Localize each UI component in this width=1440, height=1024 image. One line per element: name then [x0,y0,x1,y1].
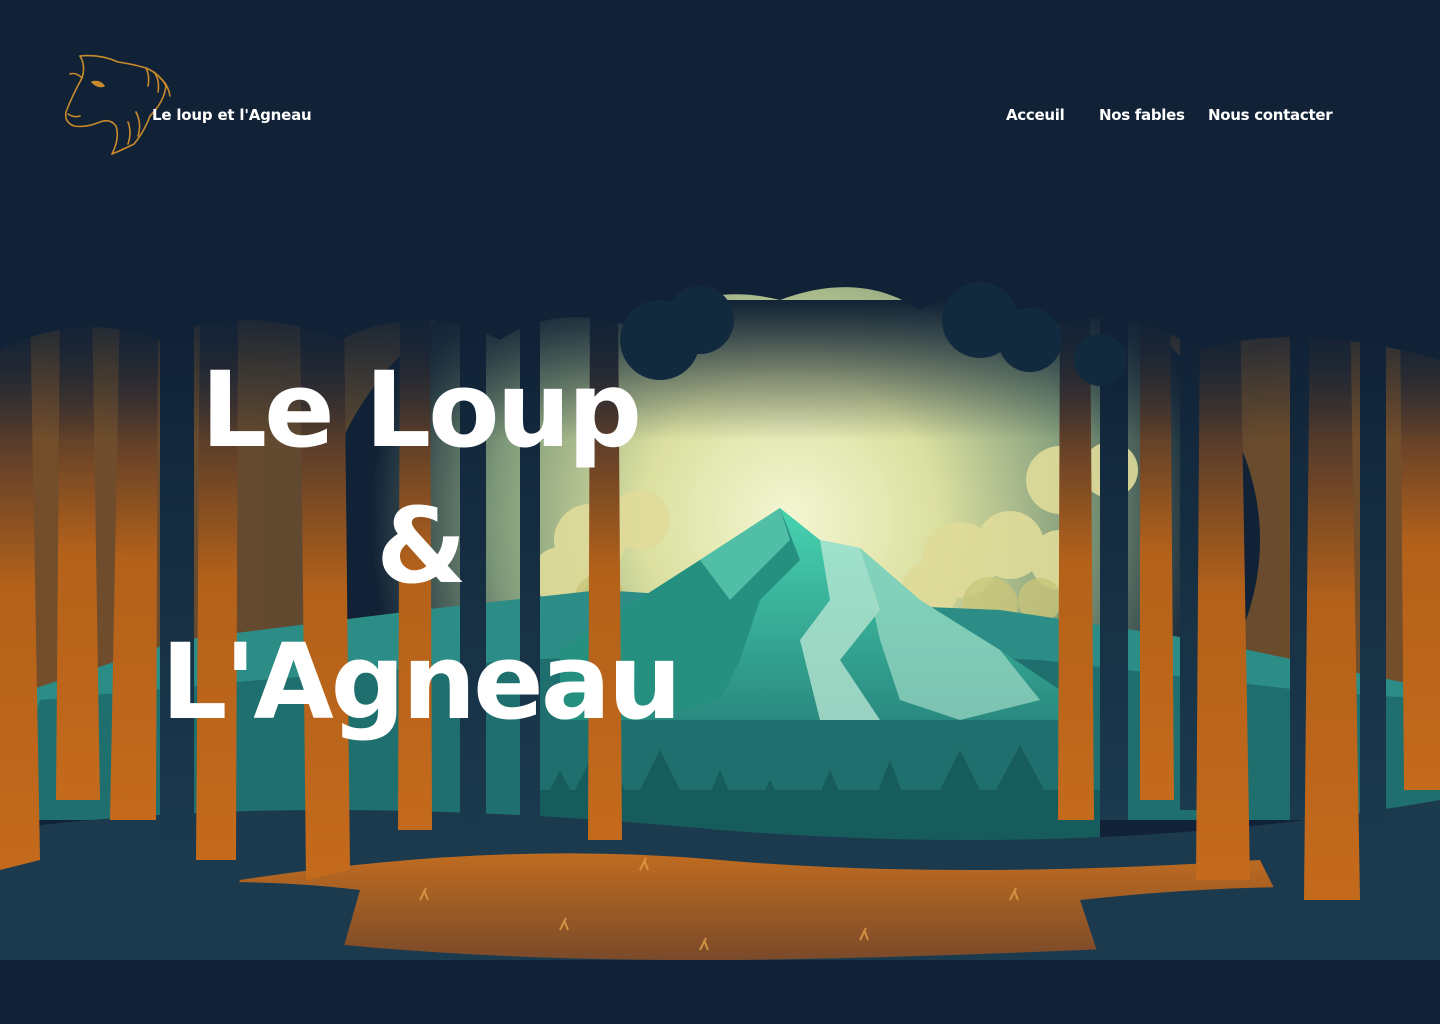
brand-name: Le loup et l'Agneau [152,106,312,124]
nav-link-acceuil[interactable]: Acceuil [1006,106,1065,124]
hero-title: Le Loup & L'Agneau [150,342,690,750]
hero-title-line-3: L'Agneau [161,621,682,743]
hero-title-line-1: Le Loup [200,349,642,471]
nav-link-nos-fables[interactable]: Nos fables [1099,106,1185,124]
brand-home-link[interactable]: Le loup et l'Agneau [60,52,312,156]
site-header: Le loup et l'Agneau Acceuil Nos fables N… [0,0,1440,180]
nav-link-nous-contacter[interactable]: Nous contacter [1208,106,1333,124]
landing-page: Le Loup & L'Agneau Le loup et l'Agneau A… [0,0,1440,1024]
lamb-head-icon [64,54,171,155]
hero-title-line-2: & [376,485,467,607]
